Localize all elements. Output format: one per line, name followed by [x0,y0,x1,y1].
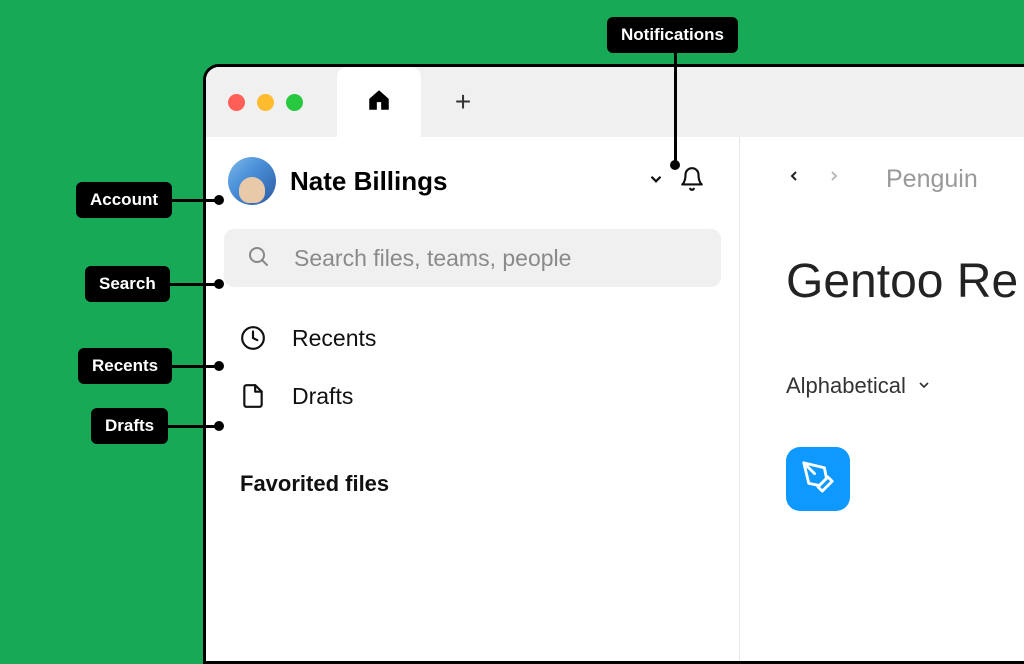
pen-icon [801,460,835,499]
chevron-down-icon [647,170,665,193]
annotation-search: Search [85,266,170,302]
connector-dot [670,160,680,170]
file-icon [240,383,266,409]
annotation-recents: Recents [78,348,172,384]
connector-line [166,365,218,368]
connector-dot [214,421,224,431]
bell-icon [679,179,705,196]
file-card-design[interactable] [786,447,850,511]
home-icon [366,87,392,118]
sidebar-item-recents[interactable]: Recents [224,309,721,367]
tab-bar: + [206,67,1024,137]
connector-dot [214,361,224,371]
annotation-label: Drafts [105,416,154,435]
account-switcher[interactable]: Nate Billings [224,157,721,229]
chevron-down-icon [916,373,932,399]
search-input[interactable]: Search files, teams, people [224,229,721,287]
plus-icon: + [455,86,471,118]
clock-icon [240,325,266,351]
minimize-window-button[interactable] [257,94,274,111]
app-window: + Nate Billings [203,64,1024,664]
connector-dot [214,195,224,205]
project-title: Gentoo Re [786,254,1024,309]
annotation-notifications: Notifications [607,17,738,53]
close-window-button[interactable] [228,94,245,111]
connector-line [168,199,218,202]
annotation-label: Recents [92,356,158,375]
search-placeholder: Search files, teams, people [294,245,571,272]
annotation-drafts: Drafts [91,408,168,444]
window-controls[interactable] [228,94,303,111]
annotation-account: Account [76,182,172,218]
annotation-label: Search [99,274,156,293]
maximize-window-button[interactable] [286,94,303,111]
search-icon [246,244,270,273]
username-label: Nate Billings [290,166,639,197]
avatar [228,157,276,205]
notifications-button[interactable] [679,166,705,197]
breadcrumb-text[interactable]: Penguin [886,165,978,194]
annotation-label: Notifications [621,25,724,44]
sidebar-item-label: Drafts [292,383,353,410]
connector-dot [214,279,224,289]
sidebar-item-label: Recents [292,325,376,352]
nav-back-button[interactable] [786,165,802,194]
new-tab-button[interactable]: + [421,67,505,137]
annotation-label: Account [90,190,158,209]
nav-forward-button[interactable] [826,165,842,194]
sort-label: Alphabetical [786,373,906,399]
main-content: Penguin Gentoo Re Alphabetical [740,137,1024,661]
home-tab[interactable] [337,67,421,137]
section-header-favorites: Favorited files [224,471,721,497]
connector-line [674,52,677,164]
body-area: Nate Billings Search files, teams, peo [206,137,1024,661]
sort-dropdown[interactable]: Alphabetical [786,373,1024,399]
sidebar-item-drafts[interactable]: Drafts [224,367,721,425]
breadcrumb-nav: Penguin [786,165,1024,194]
sidebar: Nate Billings Search files, teams, peo [206,137,740,661]
